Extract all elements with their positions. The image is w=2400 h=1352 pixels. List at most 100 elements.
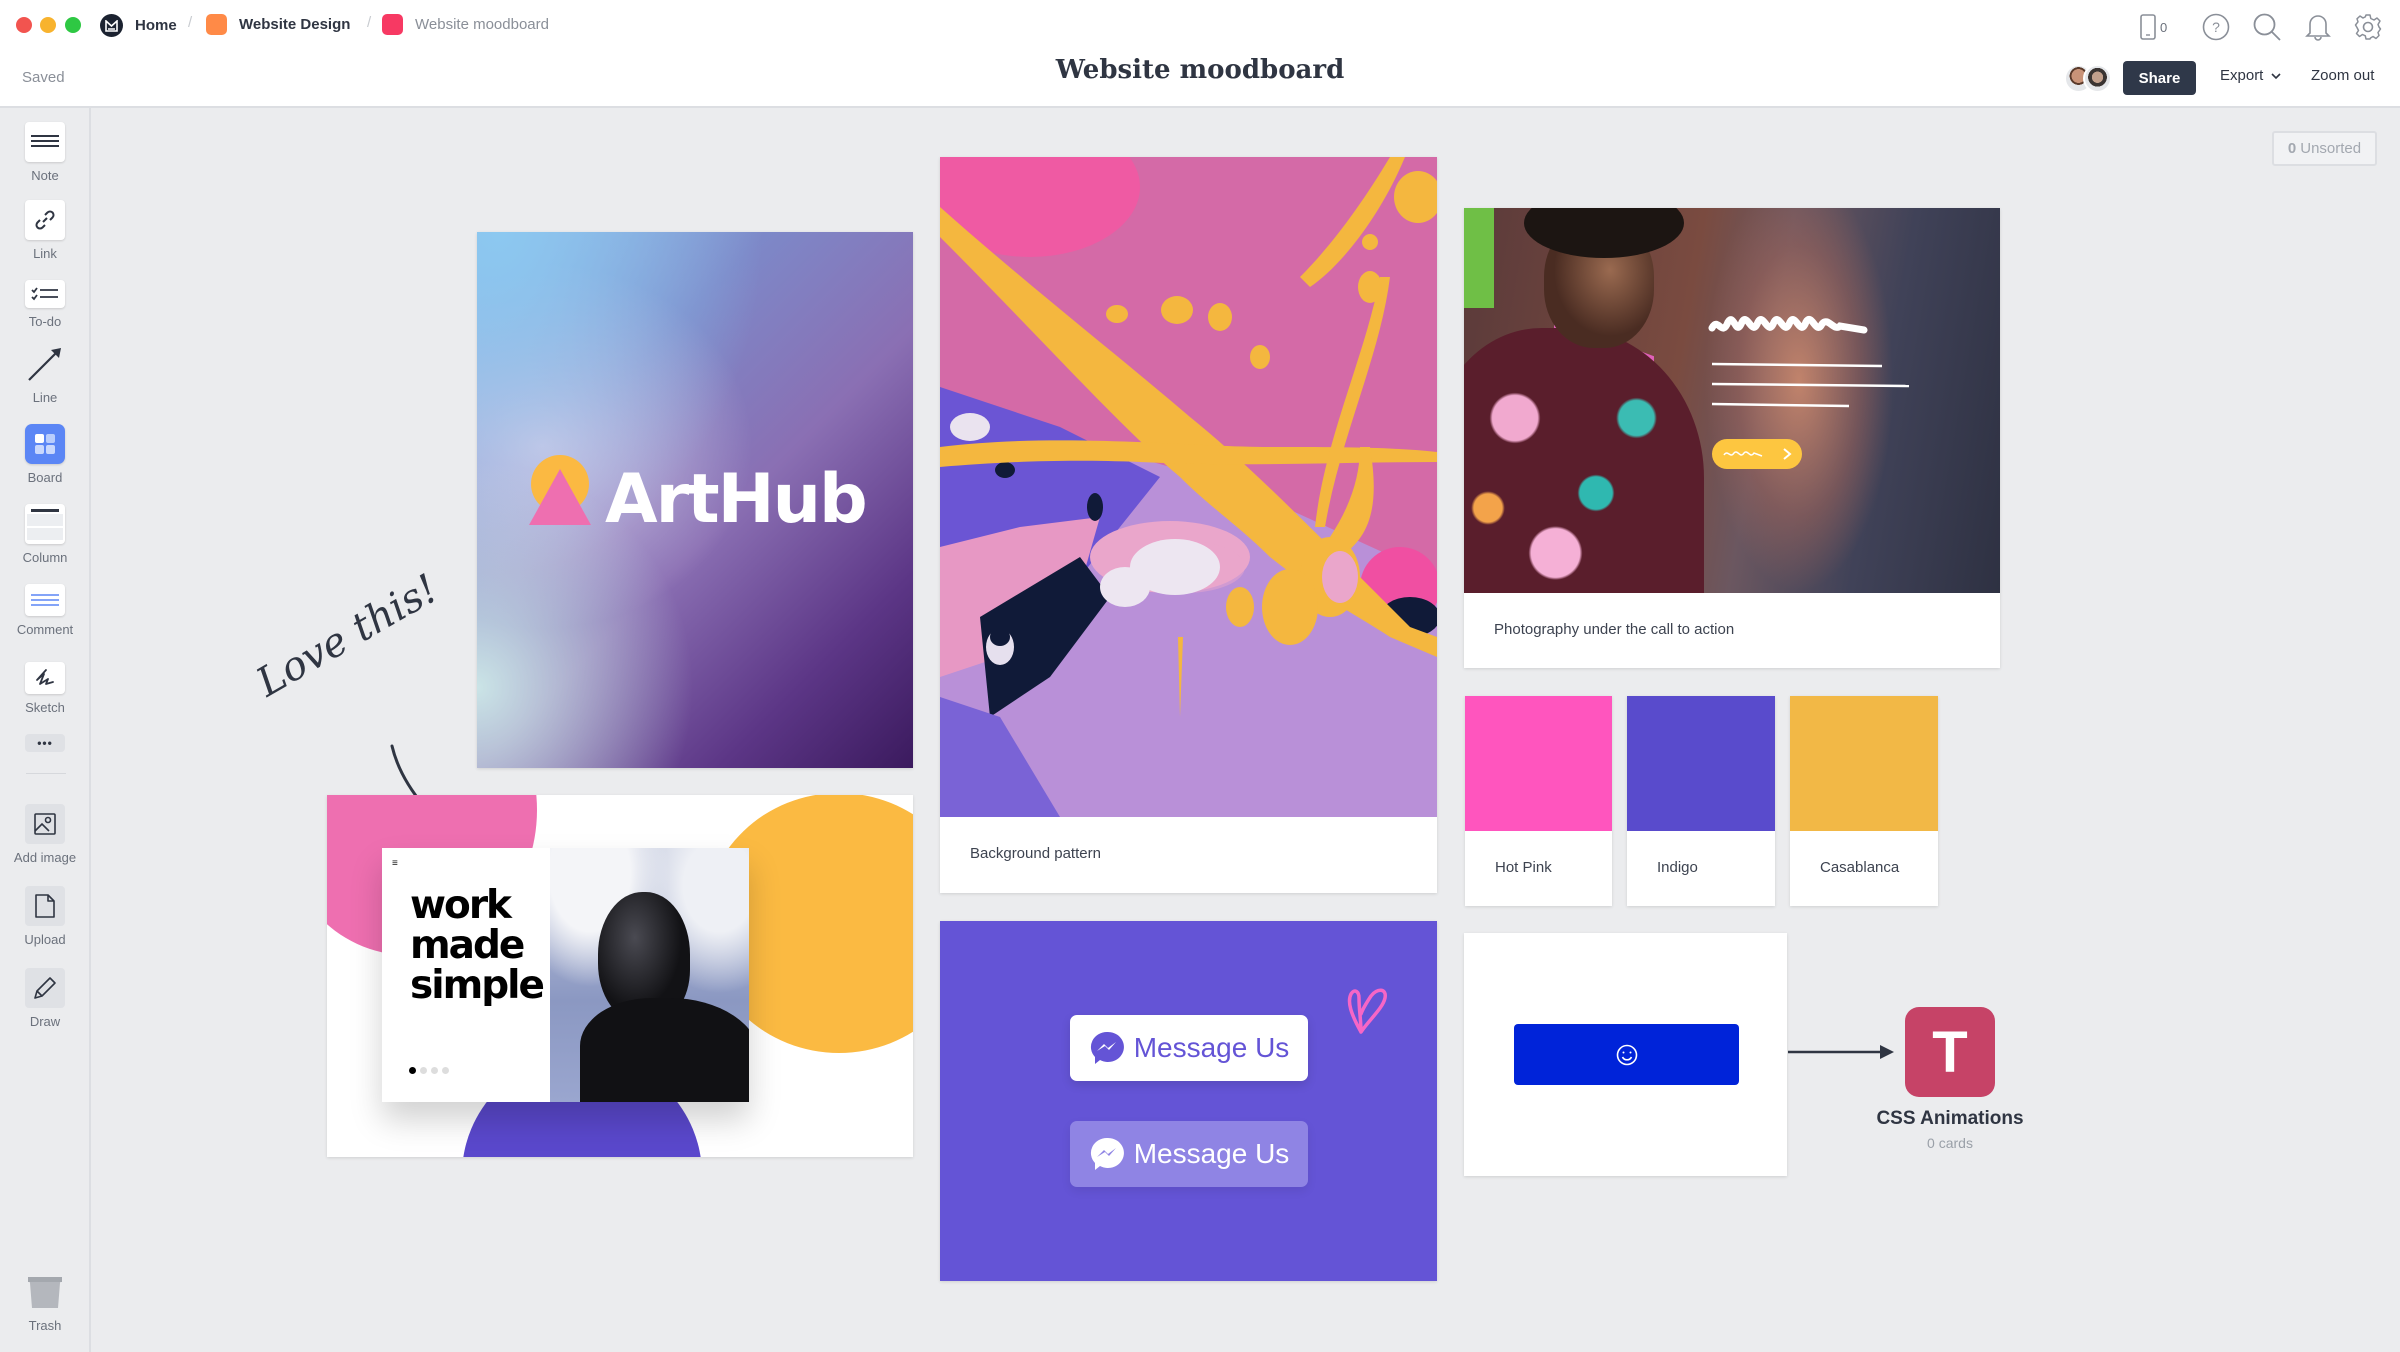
carousel-dot [431, 1067, 438, 1074]
tool-label: Comment [16, 622, 74, 637]
color-swatch-hot-pink[interactable]: Hot Pink [1465, 696, 1612, 906]
window-close-button[interactable] [16, 17, 32, 33]
device-sync-button[interactable]: 0 [2140, 12, 2190, 42]
tool-column[interactable]: Column [0, 504, 90, 565]
zoom-out-button[interactable]: Zoom out [2311, 67, 2374, 84]
breadcrumb-home[interactable]: Home [100, 14, 177, 37]
board-link-css-animations[interactable]: T CSS Animations 0 cards [1870, 1007, 2030, 1157]
help-icon: ? [2202, 13, 2230, 41]
board-icon [25, 424, 65, 464]
board-icon [206, 14, 227, 35]
tool-draw[interactable]: Draw [0, 968, 90, 1029]
tool-label: Link [33, 246, 57, 261]
background-pattern-card[interactable]: Background pattern [940, 157, 1437, 893]
carousel-dot-active [409, 1067, 416, 1074]
breadcrumb-separator: / [188, 14, 193, 31]
color-swatch-indigo[interactable]: Indigo [1627, 696, 1775, 906]
line-icon [25, 344, 65, 384]
mockup-headline: work made simple [410, 883, 545, 1008]
tool-label: To-do [28, 314, 62, 329]
paint-splatter-image [940, 157, 1437, 817]
message-button-card[interactable]: Message Us Message Us [940, 921, 1437, 1281]
tool-link[interactable]: Link [0, 200, 90, 261]
tool-sketch[interactable]: Sketch [0, 662, 90, 715]
tool-label: Upload [24, 932, 66, 947]
breadcrumb-separator: / [367, 14, 372, 31]
bell-icon [2305, 15, 2331, 41]
collaborator-avatar[interactable] [2083, 64, 2112, 93]
phone-icon [2140, 14, 2156, 40]
tool-line[interactable]: Line [0, 344, 90, 405]
arthub-logo-text: ArtHub [605, 460, 868, 539]
link-icon [25, 200, 65, 240]
swatch-name: Indigo [1657, 859, 1698, 876]
svg-text:?: ? [2212, 19, 2220, 35]
message-us-label: Message Us [1133, 1032, 1290, 1063]
card-caption: Photography under the call to action [1494, 621, 1735, 638]
breadcrumb-website-design[interactable]: Website Design [206, 14, 350, 35]
street-art-photo [1464, 208, 2000, 593]
more-tools-button[interactable]: ••• [0, 734, 90, 752]
pencil-icon [25, 968, 65, 1008]
arthub-logo-icon [529, 455, 591, 525]
more-icon: ••• [25, 734, 65, 752]
portrait-photo [550, 848, 749, 1102]
tool-label: Draw [29, 1014, 61, 1029]
page-title[interactable]: Website moodboard [0, 55, 2400, 85]
search-button[interactable] [2252, 12, 2282, 42]
share-button[interactable]: Share [2123, 61, 2196, 95]
unsorted-label: Unsorted [2300, 140, 2362, 157]
swatch-color [1627, 696, 1775, 831]
tool-sidebar: Note Link To-do Line Board Column Commen… [0, 108, 91, 1352]
swatch-color [1465, 696, 1612, 831]
messenger-icon [1090, 1137, 1124, 1170]
tool-upload[interactable]: Upload [0, 886, 90, 947]
handwritten-annotation[interactable]: Love this! [249, 566, 446, 706]
top-bar: Home / Website Design / Website moodboar… [0, 0, 2400, 108]
carousel-dot [442, 1067, 449, 1074]
sidebar-divider [26, 773, 66, 774]
image-icon [25, 804, 65, 844]
export-menu-button[interactable]: Export [2220, 67, 2281, 84]
arthub-image-card[interactable]: ArtHub [477, 232, 913, 768]
breadcrumb-label: Website Design [239, 16, 351, 33]
message-us-button-ghost[interactable]: Message Us [1070, 1121, 1308, 1187]
message-us-button-solid[interactable]: Message Us [1070, 1015, 1308, 1081]
headline-line: simple [410, 963, 545, 1008]
color-swatch-casablanca[interactable]: Casablanca [1790, 696, 1938, 906]
notifications-button[interactable] [2303, 12, 2333, 42]
tool-comment[interactable]: Comment [0, 584, 90, 637]
smiley-button[interactable] [1514, 1024, 1739, 1085]
messenger-icon [1090, 1031, 1124, 1064]
headline-line: work [410, 883, 512, 928]
unsorted-count: 0 [2287, 140, 2297, 157]
unsorted-button[interactable]: 0 Unsorted [2272, 131, 2377, 166]
breadcrumb-website-moodboard[interactable]: Website moodboard [382, 14, 549, 35]
help-button[interactable]: ? [2201, 12, 2231, 42]
sketch-icon [25, 662, 65, 694]
portrait-shoulders-shape [580, 998, 749, 1102]
heart-doodle-icon [1347, 988, 1387, 1034]
tool-label: Add image [13, 850, 77, 865]
settings-button[interactable] [2353, 12, 2383, 42]
window-maximize-button[interactable] [65, 17, 81, 33]
swatch-name: Casablanca [1820, 859, 1900, 876]
comment-icon [25, 584, 65, 616]
swatch-color [1790, 696, 1938, 831]
board-title: CSS Animations [1876, 1108, 2024, 1129]
device-count: 0 [2160, 19, 2168, 35]
gear-icon [2354, 14, 2382, 40]
trash-button[interactable]: Trash [0, 1272, 90, 1333]
note-icon [25, 122, 65, 162]
photo-cta-card[interactable]: Photography under the call to action [1464, 208, 2000, 668]
card-caption: Background pattern [970, 845, 1101, 862]
breadcrumb-label: Home [135, 17, 177, 34]
button-preview-card[interactable] [1464, 933, 1787, 1176]
tool-board[interactable]: Board [0, 424, 90, 485]
tool-note[interactable]: Note [0, 122, 90, 183]
tool-add-image[interactable]: Add image [0, 804, 90, 865]
website-mockup-card[interactable]: ≡ work made simple [327, 795, 913, 1157]
window-minimize-button[interactable] [40, 17, 56, 33]
mockup-screen: ≡ work made simple [382, 848, 749, 1102]
tool-todo[interactable]: To-do [0, 280, 90, 329]
